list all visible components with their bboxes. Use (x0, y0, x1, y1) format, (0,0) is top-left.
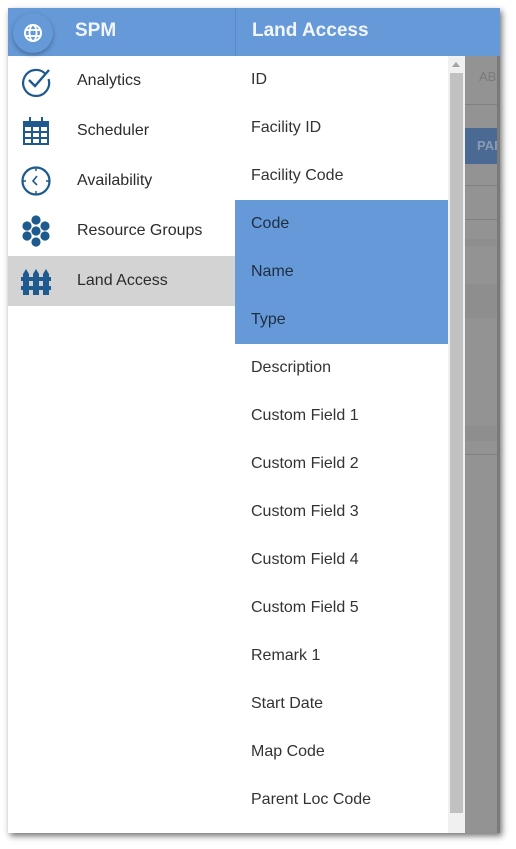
field-label: Facility ID (251, 119, 322, 136)
field-list-item[interactable]: Custom Field 1 (235, 392, 448, 440)
divider (465, 104, 500, 105)
field-list-item[interactable]: Map Code (235, 728, 448, 776)
side-nav: SPM Analytics Scheduler Availability Res… (8, 8, 235, 833)
nav-label: Resource Groups (77, 222, 203, 239)
field-panel: Land Access ID Facility ID Facility Code Co… (235, 8, 500, 833)
divider (465, 219, 500, 220)
divider (465, 185, 500, 186)
nav-label: Availability (77, 172, 153, 189)
field-label: Custom Field 2 (251, 455, 359, 472)
scroll-up-arrow-icon[interactable] (452, 62, 460, 67)
nav-label: Land Access (77, 272, 168, 289)
background-row (465, 426, 500, 441)
field-list-item[interactable]: Start Date (235, 680, 448, 728)
panel-title: Land Access (252, 20, 369, 41)
field-label: Name (251, 263, 294, 280)
field-list-item[interactable]: Type (235, 296, 448, 344)
field-label: Start Date (251, 695, 324, 712)
field-list-item[interactable]: Custom Field 5 (235, 584, 448, 632)
field-label: Custom Field 4 (251, 551, 359, 568)
clock-icon (21, 166, 51, 196)
field-list-item[interactable]: Code (235, 200, 448, 248)
hexagon-cluster-icon (22, 215, 50, 247)
field-list-item[interactable]: Custom Field 3 (235, 488, 448, 536)
nav-item-availability[interactable]: Availability (8, 156, 235, 206)
field-list-item[interactable]: Parent Loc Code (235, 776, 448, 824)
field-label: Code (251, 215, 290, 232)
divider (465, 454, 500, 455)
field-list-item[interactable]: Name (235, 248, 448, 296)
panel-header: Land Access (235, 8, 500, 56)
nav-label: Scheduler (77, 122, 150, 139)
field-list-item[interactable]: Custom Field 2 (235, 440, 448, 488)
scrollbar[interactable] (448, 56, 465, 833)
edge-shadow (497, 56, 500, 833)
field-label: Map Code (251, 743, 325, 760)
field-list-item[interactable]: Description (235, 344, 448, 392)
dimmed-background-app: ABA PAR (465, 56, 500, 833)
field-list-item[interactable]: ID (235, 56, 448, 104)
field-label: Facility Code (251, 167, 344, 184)
field-label: Custom Field 1 (251, 407, 359, 424)
field-label: Description (251, 359, 332, 376)
field-list-item[interactable]: Facility ID (235, 104, 448, 152)
field-list-item[interactable]: Facility Code (235, 152, 448, 200)
app-window: SPM Analytics Scheduler Availability Res… (8, 8, 500, 833)
field-label: Custom Field 3 (251, 503, 359, 520)
field-label: Custom Field 5 (251, 599, 359, 616)
nav-item-analytics[interactable]: Analytics (8, 56, 235, 106)
field-label: Parent Loc Code (251, 791, 372, 808)
divider-band (465, 239, 500, 246)
nav-header: SPM (8, 8, 235, 56)
nav-item-land-access[interactable]: Land Access (8, 256, 235, 306)
nav-item-resource-groups[interactable]: Resource Groups (8, 206, 235, 256)
field-list: ID Facility ID Facility Code Code Name Type De… (235, 56, 448, 833)
background-button: PAR (465, 128, 500, 164)
background-row (465, 284, 500, 318)
fence-icon (21, 269, 51, 295)
scroll-thumb[interactable] (450, 73, 463, 813)
calendar-icon (23, 117, 49, 145)
nav-label: Analytics (77, 72, 142, 89)
field-list-item[interactable]: Remark 1 (235, 632, 448, 680)
globe-icon (24, 24, 42, 42)
field-list-item[interactable]: Custom Field 4 (235, 536, 448, 584)
field-label: ID (251, 71, 267, 88)
globe-button[interactable] (13, 13, 53, 53)
field-label: Type (251, 311, 286, 328)
check-circle-icon (22, 68, 51, 97)
nav-item-scheduler[interactable]: Scheduler (8, 106, 235, 156)
app-title: SPM (75, 20, 117, 41)
field-label: Remark 1 (251, 647, 321, 664)
